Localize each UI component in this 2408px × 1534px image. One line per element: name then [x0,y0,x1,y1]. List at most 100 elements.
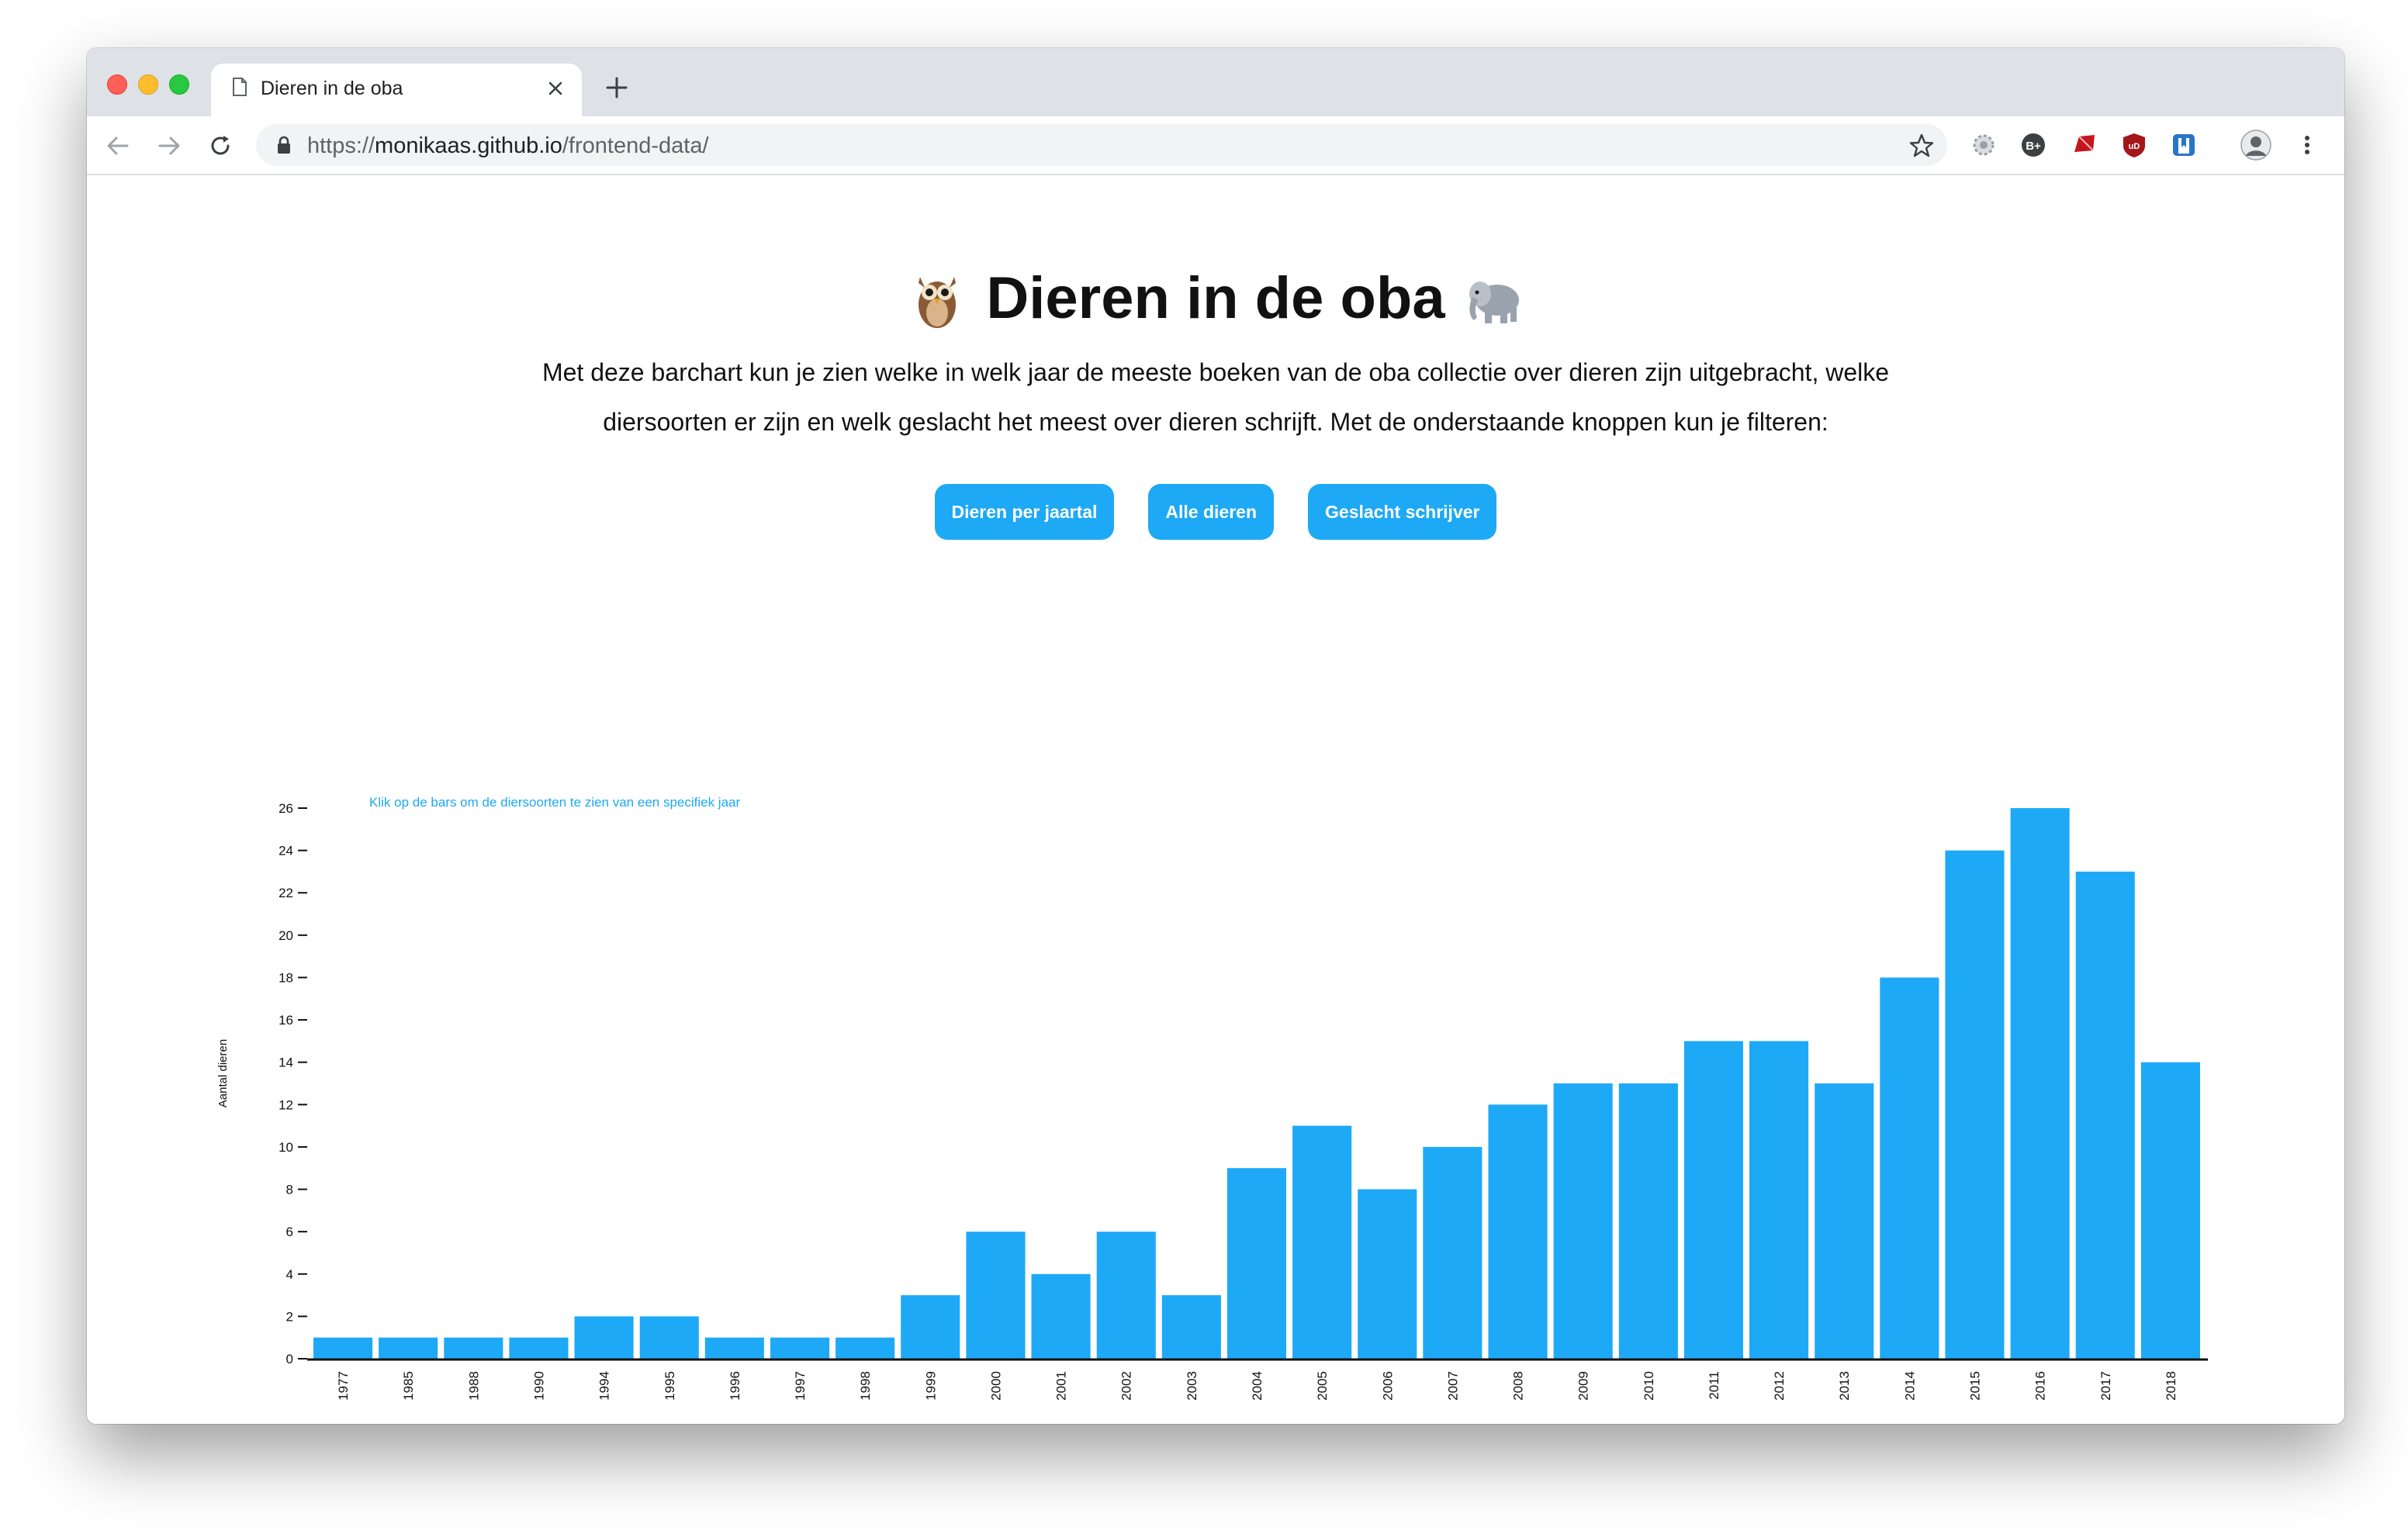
bar-2007[interactable] [1423,1146,1483,1359]
x-tick-label: 2010 [1642,1371,1656,1401]
settings-gear-icon[interactable] [1970,132,1997,158]
x-tick-label: 2016 [2033,1371,2048,1401]
y-tick-label: 6 [286,1225,293,1239]
x-tick-label: 2014 [1902,1371,1917,1401]
y-tick-label: 22 [279,886,293,900]
y-tick-label: 12 [279,1097,293,1112]
dieren-per-jaartal-button[interactable]: Dieren per jaartal [934,484,1115,540]
bar-1995[interactable] [639,1316,699,1359]
bar-2011[interactable] [1683,1041,1743,1359]
profile-avatar-icon[interactable] [2240,130,2271,161]
alle-dieren-button[interactable]: Alle dieren [1148,484,1275,540]
x-tick-label: 2000 [988,1371,1003,1401]
bar-1985[interactable] [379,1337,438,1359]
bar-2001[interactable] [1031,1273,1091,1359]
y-tick-label: 24 [279,844,293,859]
x-tick-label: 1997 [793,1371,808,1401]
x-tick-label: 2004 [1250,1371,1265,1401]
geslacht-schrijver-button[interactable]: Geslacht schrijver [1308,484,1497,540]
bar-2010[interactable] [1618,1083,1678,1359]
chart-annotation: Klik op de bars om de diersoorten te zie… [369,795,740,810]
bar-1998[interactable] [836,1337,895,1359]
bar-2000[interactable] [966,1232,1026,1359]
bar-1997[interactable] [770,1337,830,1359]
x-tick-label: 1999 [923,1371,938,1401]
page-title: Dieren in de oba [986,265,1445,332]
x-tick-label: 2011 [1707,1371,1721,1400]
y-tick-label: 16 [279,1013,293,1028]
y-tick-label: 0 [286,1352,293,1366]
x-tick-label: 2012 [1772,1371,1787,1401]
tab-strip: Dieren in de oba [87,48,2344,116]
bar-1999[interactable] [901,1295,960,1359]
bar-2017[interactable] [2075,871,2135,1359]
url-text[interactable]: https://monikaas.github.io/frontend-data… [307,133,709,159]
bar-1988[interactable] [444,1337,503,1359]
x-tick-label: 2001 [1054,1371,1069,1401]
bar-2016[interactable] [2010,808,2070,1359]
x-tick-label: 2008 [1511,1371,1526,1401]
y-tick-label: 10 [279,1140,293,1155]
bar-2012[interactable] [1749,1041,1809,1359]
bar-2013[interactable] [1815,1083,1874,1359]
zoom-window-button[interactable] [169,74,189,95]
bar-2002[interactable] [1096,1232,1156,1359]
bar-2018[interactable] [2140,1062,2200,1359]
bookmark-square-icon[interactable] [2171,132,2197,158]
ruby-extension-icon[interactable] [2071,132,2098,158]
browser-window: Dieren in de oba https://monikaas.github… [87,48,2344,1424]
page-content: Dieren in de oba Met deze barchart kun j… [87,175,2344,1424]
y-tick-label: 2 [286,1309,293,1324]
close-tab-icon[interactable] [546,79,565,98]
bar-2006[interactable] [1358,1189,1417,1360]
x-tick-label: 1995 [663,1371,677,1401]
new-tab-icon[interactable] [605,76,628,99]
bar-1990[interactable] [509,1337,569,1359]
reload-icon[interactable] [206,132,234,160]
filter-buttons: Dieren per jaartal Alle dieren Geslacht … [87,484,2344,540]
page-heading: Dieren in de oba [87,261,2344,332]
bookmark-star-icon[interactable] [1908,133,1935,159]
ublock-shield-icon[interactable]: uD [2121,132,2147,158]
x-tick-label: 2003 [1185,1371,1199,1401]
x-tick-label: 1998 [858,1371,873,1401]
forward-arrow-icon[interactable] [155,132,183,160]
bar-2008[interactable] [1488,1104,1548,1359]
address-bar[interactable]: https://monikaas.github.io/frontend-data… [256,124,1947,166]
browser-tab[interactable]: Dieren in de oba [211,64,582,116]
y-tick-label: 18 [279,970,293,985]
y-tick-label: 26 [279,801,293,816]
close-window-button[interactable] [107,74,127,95]
lock-icon[interactable] [276,136,292,154]
bar-1994[interactable] [574,1316,634,1359]
x-tick-label: 2006 [1380,1371,1395,1401]
bar-2009[interactable] [1553,1083,1613,1359]
owl-icon [919,276,957,328]
minimize-window-button[interactable] [138,74,158,95]
x-tick-label: 2005 [1315,1371,1330,1401]
elephant-icon [1469,281,1519,323]
x-tick-label: 1996 [728,1371,742,1401]
browser-toolbar: https://monikaas.github.io/frontend-data… [87,116,2344,175]
bar-2003[interactable] [1161,1295,1221,1359]
b-plus-extension-icon[interactable]: B+ [2020,132,2046,158]
svg-text:uD: uD [2129,142,2140,151]
bar-chart: Klik op de bars om de diersoorten te zie… [216,795,2208,1401]
bar-2014[interactable] [1880,977,1939,1360]
x-tick-label: 1994 [597,1371,612,1401]
x-tick-label: 2017 [2098,1371,2113,1401]
bars-group [313,808,2200,1359]
bar-2004[interactable] [1226,1168,1286,1359]
x-tick-label: 1988 [466,1371,481,1401]
x-tick-label: 2002 [1119,1371,1134,1401]
x-tick-label: 1990 [532,1371,547,1401]
y-tick-label: 14 [279,1055,293,1070]
menu-dots-icon[interactable] [2299,132,2315,158]
x-tick-label: 2009 [1576,1371,1591,1401]
x-tick-label: 2007 [1445,1371,1460,1401]
back-arrow-icon[interactable] [104,132,132,160]
bar-1977[interactable] [313,1337,373,1359]
bar-2005[interactable] [1292,1125,1352,1359]
bar-2015[interactable] [1945,850,2005,1359]
bar-1996[interactable] [704,1337,764,1359]
